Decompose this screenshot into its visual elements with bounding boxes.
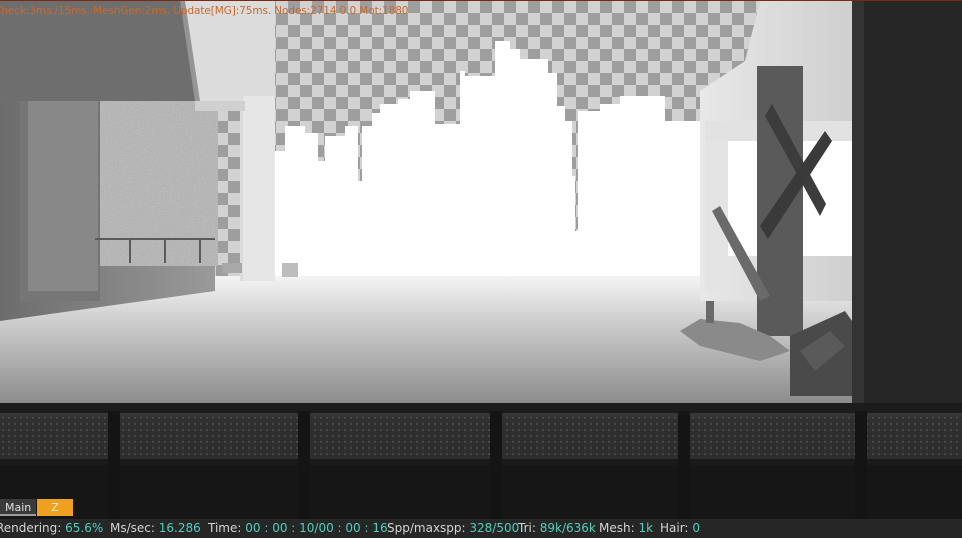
- hair-stat: Hair: 0: [660, 519, 700, 538]
- time-value: 00 : 00 : 10/00 : 00 : 16: [245, 521, 388, 535]
- spp-label: Spp/maxspp:: [387, 521, 466, 535]
- tab-main[interactable]: Main: [0, 499, 36, 516]
- time-stat: Time: 00 : 00 : 10/00 : 00 : 16: [208, 519, 388, 538]
- debug-stats-overlay: Check:3ms./15ms. MeshGen:2ms. Update[MG]…: [0, 5, 409, 17]
- rendering-label: Rendering:: [0, 521, 62, 535]
- ms-label: Ms/sec:: [110, 521, 155, 535]
- mesh-label: Mesh:: [599, 521, 635, 535]
- tab-z[interactable]: Z: [37, 499, 73, 516]
- render-viewport[interactable]: Check:3ms./15ms. MeshGen:2ms. Update[MG]…: [0, 0, 962, 519]
- tri-label: Tri:: [518, 521, 536, 535]
- mesh-value: 1k: [638, 521, 654, 535]
- view-tab-bar: Main Z: [0, 499, 73, 517]
- ms-per-sec-stat: Ms/sec: 16.286: [110, 519, 201, 538]
- tri-stat: Tri: 89k/636k: [518, 519, 596, 538]
- rendering-stat: Rendering: 65.6%: [0, 519, 103, 538]
- ms-value: 16.286: [158, 521, 201, 535]
- render-status-bar: Rendering: 65.6% Ms/sec: 16.286 Time: 00…: [0, 519, 962, 538]
- hair-label: Hair:: [660, 521, 689, 535]
- rendering-value: 65.6%: [65, 521, 104, 535]
- depth-render-image: [0, 1, 962, 519]
- spp-stat: Spp/maxspp: 328/500: [387, 519, 519, 538]
- mesh-stat: Mesh: 1k: [599, 519, 653, 538]
- hair-value: 0: [692, 521, 700, 535]
- tri-value: 89k/636k: [539, 521, 596, 535]
- time-label: Time:: [208, 521, 242, 535]
- spp-value: 328/500: [469, 521, 520, 535]
